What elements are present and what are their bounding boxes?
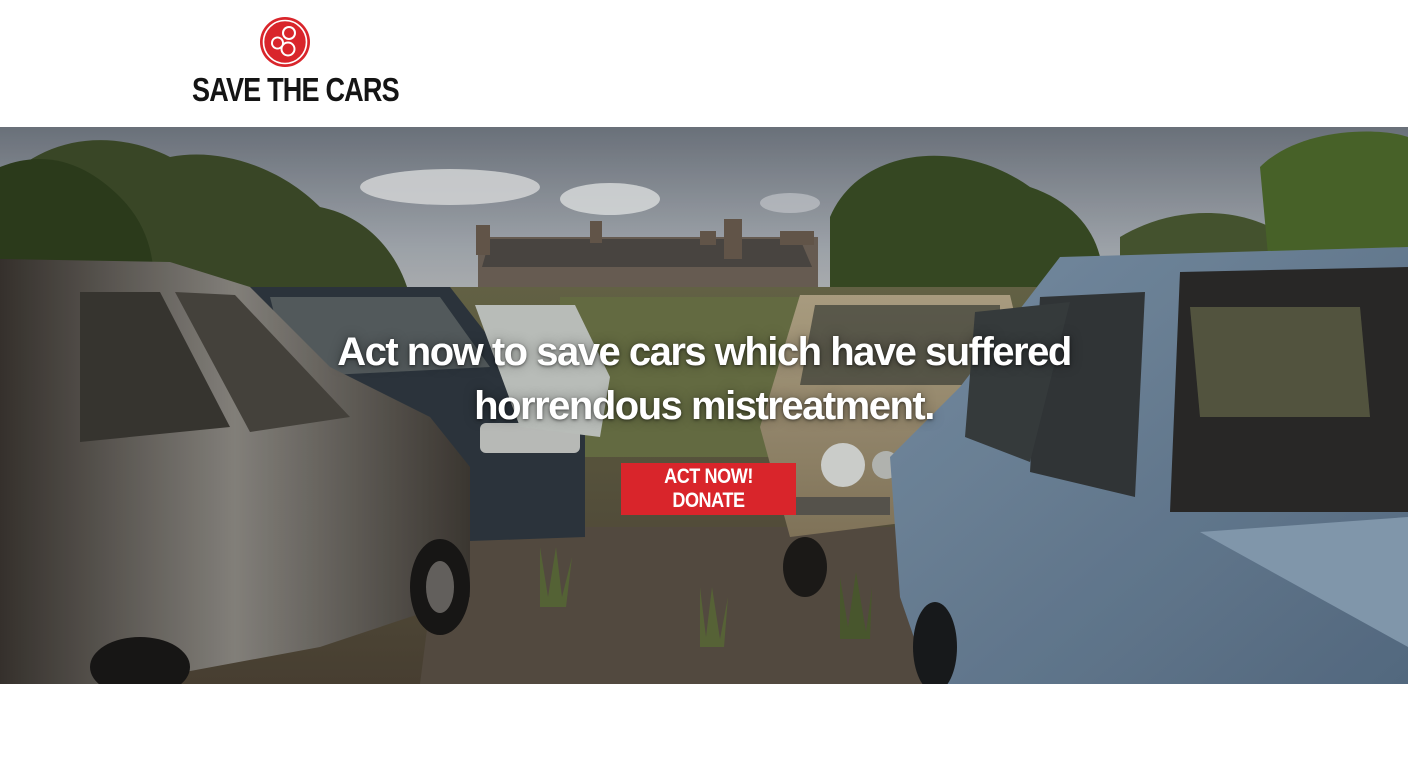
donate-button[interactable]: ACT NOW! DONATE <box>621 463 796 515</box>
page-bottom-blank <box>0 684 1408 768</box>
logo-icon <box>260 17 310 67</box>
donate-button-label: ACT NOW! DONATE <box>664 465 753 512</box>
site-logo[interactable]: SAVE THE CARS <box>192 14 400 108</box>
hero-banner: Act now to save cars which have suffered… <box>0 127 1408 684</box>
site-header: SAVE THE CARS <box>0 0 1408 127</box>
hero-headline: Act now to save cars which have suffered… <box>337 330 1072 428</box>
logo-wordmark: SAVE THE CARS <box>192 71 400 108</box>
